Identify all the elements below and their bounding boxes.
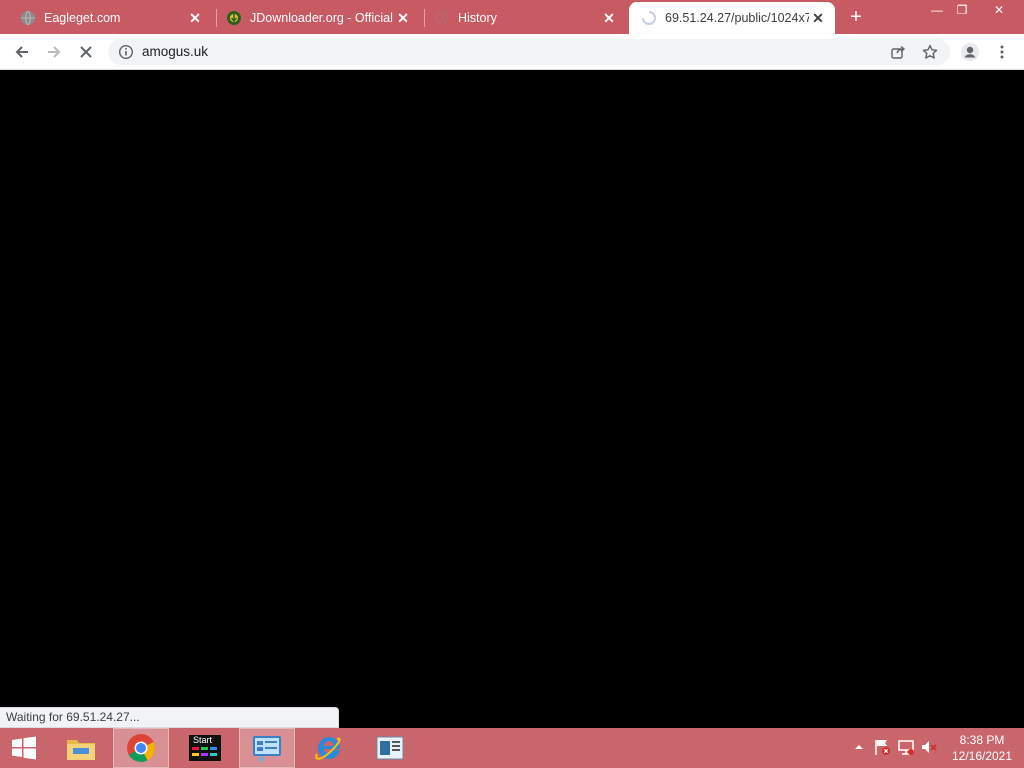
- show-hidden-icons-button[interactable]: [850, 738, 868, 756]
- tab-history[interactable]: History ✕: [426, 2, 626, 34]
- taskbar-internet-explorer[interactable]: [301, 728, 357, 768]
- network-button[interactable]: [897, 738, 915, 756]
- tab-title: 69.51.24.27/public/1024x7: [665, 11, 809, 25]
- taskbar-notepad[interactable]: [362, 728, 418, 768]
- status-bubble: Waiting for 69.51.24.27...: [0, 707, 339, 728]
- back-button[interactable]: [8, 38, 36, 66]
- restore-button[interactable]: ❐: [947, 0, 977, 20]
- chevron-up-icon: [855, 745, 863, 749]
- stop-loading-button[interactable]: [72, 38, 100, 66]
- flag-warning-icon: [875, 740, 890, 755]
- taskbar-chrome[interactable]: [113, 728, 169, 768]
- chrome-icon: [127, 734, 155, 762]
- forward-arrow-icon: [48, 46, 61, 58]
- action-center-button[interactable]: [873, 738, 891, 756]
- close-window-button[interactable]: ✕: [984, 0, 1014, 20]
- menu-button[interactable]: [988, 38, 1016, 66]
- clock-date: 12/16/2021: [951, 749, 1013, 763]
- windows-logo-icon: [12, 736, 36, 760]
- notepad-icon: [376, 736, 404, 760]
- tab-strip: Eagleget.com ✕ JDownloader.org - Officia…: [0, 0, 1024, 34]
- taskbar-control-panel[interactable]: [239, 728, 295, 768]
- network-icon: [898, 740, 914, 755]
- close-tab-icon[interactable]: ✕: [394, 9, 412, 27]
- bookmark-button[interactable]: [916, 38, 944, 66]
- share-icon: [891, 45, 906, 59]
- speaker-muted-icon: [922, 741, 937, 753]
- taskbar-file-explorer[interactable]: [53, 728, 109, 768]
- internet-explorer-icon: [315, 736, 341, 760]
- start-button[interactable]: [0, 728, 48, 768]
- taskbar: Start 8:38 PM 12/16/2021: [0, 728, 1024, 768]
- back-arrow-icon: [15, 46, 28, 58]
- profile-avatar-icon: [961, 43, 979, 61]
- tab-active-loading[interactable]: 69.51.24.27/public/1024x7 ✕: [629, 2, 835, 34]
- close-tab-icon[interactable]: ✕: [600, 9, 618, 27]
- tab-jdownloader[interactable]: JDownloader.org - Official ✕: [218, 2, 420, 34]
- tab-title: Eagleget.com: [44, 11, 121, 25]
- stop-icon: [80, 46, 92, 58]
- tab-title: JDownloader.org - Official: [250, 11, 393, 25]
- address-bar[interactable]: amogus.uk: [108, 39, 950, 65]
- file-explorer-icon: [67, 740, 95, 760]
- volume-button[interactable]: [920, 738, 938, 756]
- clock-time: 8:38 PM: [959, 733, 1005, 747]
- kebab-menu-icon: [1000, 45, 1004, 59]
- info-icon[interactable]: [118, 44, 134, 60]
- tab-separator: [424, 9, 425, 27]
- history-icon: [434, 10, 450, 26]
- browser-toolbar: amogus.uk: [0, 34, 1024, 70]
- close-tab-icon[interactable]: ✕: [186, 9, 204, 27]
- start-app-icon: Start: [189, 735, 221, 761]
- share-button[interactable]: [884, 38, 912, 66]
- url-text[interactable]: amogus.uk: [142, 44, 208, 59]
- globe-icon: [20, 10, 36, 26]
- taskbar-clock[interactable]: 8:38 PM 12/16/2021: [944, 732, 1020, 764]
- start-app-label: Start: [193, 735, 213, 745]
- control-panel-icon: [253, 736, 281, 762]
- tab-eagleget[interactable]: Eagleget.com ✕: [0, 2, 212, 34]
- star-icon: [922, 44, 938, 59]
- jdownloader-icon: [226, 10, 242, 26]
- tab-title: History: [458, 11, 497, 25]
- tab-separator: [216, 9, 217, 27]
- forward-button[interactable]: [40, 38, 68, 66]
- page-content[interactable]: [0, 71, 1024, 728]
- profile-button[interactable]: [956, 38, 984, 66]
- close-tab-icon[interactable]: ✕: [809, 9, 827, 27]
- taskbar-start-app[interactable]: Start: [177, 728, 233, 768]
- loading-spinner-icon: [641, 10, 657, 26]
- new-tab-button[interactable]: +: [844, 6, 868, 28]
